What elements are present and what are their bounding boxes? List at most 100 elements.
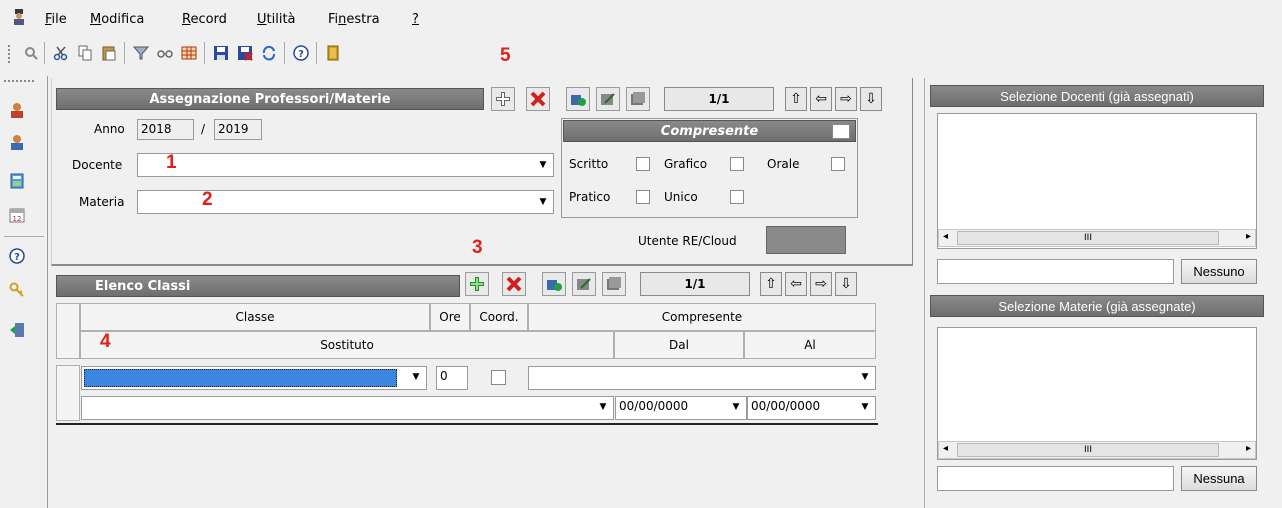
- delete-icon[interactable]: [526, 87, 550, 111]
- sidebar-grip[interactable]: [4, 80, 34, 82]
- chevron-down-icon[interactable]: ▼: [595, 399, 611, 415]
- chevron-down-icon[interactable]: ▼: [857, 369, 873, 385]
- cut-icon[interactable]: [52, 44, 70, 62]
- dal-date-field[interactable]: 00/00/0000 ▼: [615, 396, 747, 420]
- scroll-thumb[interactable]: III: [957, 231, 1219, 245]
- menu-help[interactable]: ?: [412, 12, 419, 27]
- scroll-left-arrow-icon[interactable]: ◂: [943, 443, 948, 454]
- add-class-icon[interactable]: [465, 272, 489, 296]
- compresente-toggle-checkbox[interactable]: [832, 124, 850, 139]
- paste-icon[interactable]: [100, 44, 118, 62]
- dal-date-value: 00/00/0000: [619, 399, 689, 413]
- grafico-label: Grafico: [664, 157, 708, 171]
- nessuno-button[interactable]: Nessuno: [1181, 259, 1257, 284]
- sostituto-select[interactable]: ▼: [81, 396, 614, 420]
- column-header-sostituto[interactable]: Sostituto: [80, 331, 614, 359]
- materie-horizontal-scrollbar[interactable]: ◂ III ▸: [938, 441, 1256, 459]
- next-record-arrow-right-icon[interactable]: ⇨: [810, 272, 832, 296]
- pratico-checkbox[interactable]: [636, 190, 650, 204]
- calendar-icon[interactable]: 12: [8, 206, 26, 224]
- column-header-classe[interactable]: Classe: [80, 303, 430, 331]
- prev-record-arrow-left-icon[interactable]: ⇦: [785, 272, 807, 296]
- svg-text:?: ?: [298, 49, 304, 60]
- last-record-arrow-down-icon[interactable]: ⇩: [860, 87, 882, 111]
- help-icon[interactable]: ?: [292, 44, 310, 62]
- save-close-icon[interactable]: [236, 44, 254, 62]
- last-record-arrow-down-icon[interactable]: ⇩: [835, 272, 857, 296]
- docente-select[interactable]: ▼: [137, 153, 554, 177]
- calculator-icon[interactable]: [8, 172, 26, 190]
- glasses-icon[interactable]: [156, 44, 174, 62]
- nessuna-button[interactable]: Nessuna: [1181, 466, 1257, 491]
- first-record-arrow-up-icon[interactable]: ⇧: [785, 87, 807, 111]
- menu-file[interactable]: File: [45, 12, 67, 27]
- exit-icon[interactable]: [8, 321, 26, 339]
- menu-utilita[interactable]: Utilità: [257, 12, 296, 27]
- copy-icon[interactable]: [76, 44, 94, 62]
- add-record-icon[interactable]: [542, 272, 566, 296]
- toolbar-separator: [204, 42, 205, 64]
- classe-selected-highlight: [84, 369, 397, 387]
- materia-select[interactable]: ▼: [137, 190, 554, 214]
- delete-class-icon[interactable]: [502, 272, 526, 296]
- filter-icon[interactable]: [132, 44, 150, 62]
- grid-icon[interactable]: [180, 44, 198, 62]
- records-icon[interactable]: [602, 272, 626, 296]
- menu-finestra[interactable]: Finestra: [328, 12, 380, 27]
- scroll-thumb[interactable]: III: [957, 443, 1219, 457]
- teacher-icon[interactable]: [8, 101, 26, 119]
- edit-record-icon[interactable]: [572, 272, 596, 296]
- record-counter: 1/1: [664, 87, 774, 111]
- add-icon[interactable]: [491, 87, 515, 111]
- ore-field[interactable]: 0: [436, 366, 468, 390]
- compresente-select[interactable]: ▼: [528, 366, 876, 390]
- chevron-down-icon[interactable]: ▼: [408, 369, 424, 385]
- docenti-search-input[interactable]: [937, 259, 1174, 284]
- scroll-right-arrow-icon[interactable]: ▸: [1246, 443, 1251, 454]
- chevron-down-icon[interactable]: ▼: [535, 157, 551, 173]
- search-icon[interactable]: [22, 44, 40, 62]
- column-header-coord[interactable]: Coord.: [470, 303, 528, 331]
- column-header-ore[interactable]: Ore: [430, 303, 470, 331]
- al-date-field[interactable]: 00/00/0000 ▼: [747, 396, 876, 420]
- row-selector[interactable]: [56, 365, 80, 421]
- first-record-arrow-up-icon[interactable]: ⇧: [760, 272, 782, 296]
- help-icon[interactable]: ?: [8, 247, 26, 265]
- exit-door-icon[interactable]: [324, 44, 342, 62]
- anno-from-field[interactable]: 2018: [137, 119, 194, 140]
- scroll-right-arrow-icon[interactable]: ▸: [1246, 231, 1251, 242]
- records-icon[interactable]: [626, 87, 650, 111]
- scritto-label: Scritto: [569, 157, 609, 171]
- save-icon[interactable]: [212, 44, 230, 62]
- column-header-al[interactable]: Al: [744, 331, 876, 359]
- keys-icon[interactable]: [8, 281, 26, 299]
- next-record-arrow-right-icon[interactable]: ⇨: [835, 87, 857, 111]
- student-icon[interactable]: [8, 133, 26, 151]
- prev-record-arrow-left-icon[interactable]: ⇦: [810, 87, 832, 111]
- anno-to-field[interactable]: 2019: [214, 119, 262, 140]
- toolbar-grip[interactable]: [8, 45, 11, 63]
- column-header-dal[interactable]: Dal: [614, 331, 744, 359]
- chevron-down-icon[interactable]: ▼: [535, 194, 551, 210]
- add-record-icon[interactable]: [566, 87, 590, 111]
- coord-checkbox[interactable]: [491, 370, 506, 385]
- docenti-panel-header: Selezione Docenti (già assegnati): [930, 85, 1264, 107]
- column-header-compresente[interactable]: Compresente: [528, 303, 876, 331]
- chevron-down-icon[interactable]: ▼: [857, 399, 873, 415]
- menu-modifica[interactable]: Modifica: [90, 12, 144, 27]
- annotation-marker-1: 1: [166, 152, 177, 173]
- al-date-value: 00/00/0000: [751, 399, 821, 413]
- unico-checkbox[interactable]: [730, 190, 744, 204]
- materie-search-input[interactable]: [937, 466, 1174, 491]
- docenti-horizontal-scrollbar[interactable]: ◂ III ▸: [938, 229, 1256, 247]
- scroll-left-arrow-icon[interactable]: ◂: [943, 231, 948, 242]
- orale-checkbox[interactable]: [831, 157, 845, 171]
- classe-select[interactable]: ▼: [81, 366, 427, 390]
- chevron-down-icon[interactable]: ▼: [728, 399, 744, 415]
- menu-record[interactable]: Record: [182, 12, 227, 27]
- edit-record-icon[interactable]: [596, 87, 620, 111]
- annotation-marker-5: 5: [500, 45, 511, 66]
- scritto-checkbox[interactable]: [636, 157, 650, 171]
- refresh-icon[interactable]: [260, 44, 278, 62]
- grafico-checkbox[interactable]: [730, 157, 744, 171]
